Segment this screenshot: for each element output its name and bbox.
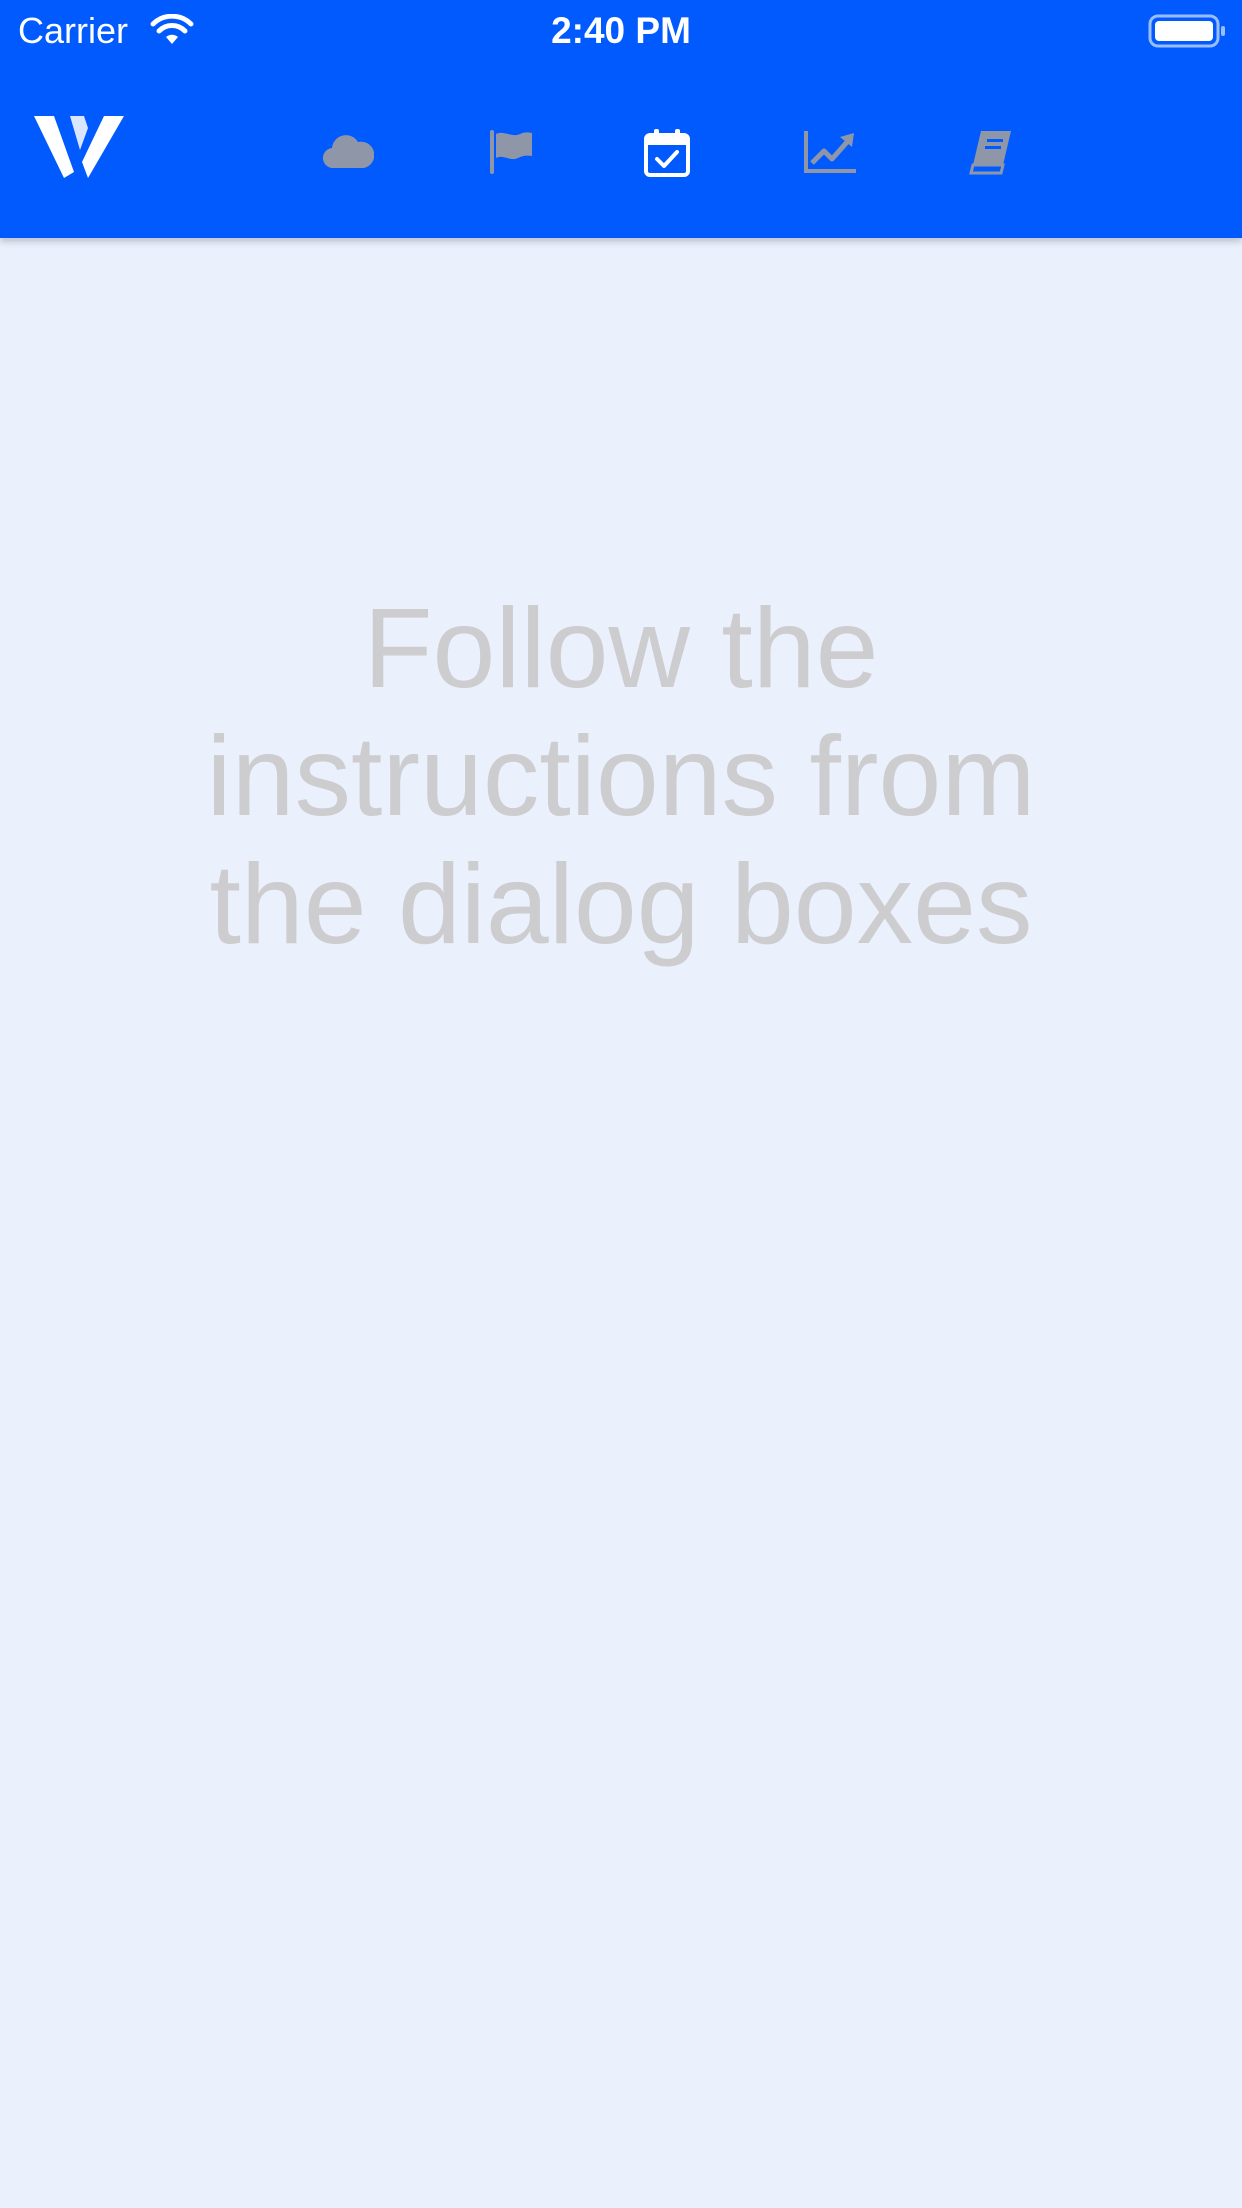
nav-book-button[interactable] bbox=[951, 112, 1031, 192]
nav-chart-button[interactable] bbox=[790, 112, 870, 192]
calendar-check-icon bbox=[644, 129, 690, 177]
cloud-icon bbox=[323, 135, 374, 169]
nav-flag-button[interactable] bbox=[471, 112, 551, 192]
status-time: 2:40 PM bbox=[551, 10, 691, 51]
main-content: Follow the instructions from the dialog … bbox=[0, 238, 1242, 2208]
status-bar: Carrier 2:40 PM bbox=[0, 0, 1242, 62]
nav-calendar-button[interactable] bbox=[627, 112, 707, 192]
instructions-placeholder: Follow the instructions from the dialog … bbox=[206, 585, 1036, 967]
app-header: Carrier 2:40 PM bbox=[0, 0, 1242, 238]
chart-line-icon bbox=[804, 131, 856, 173]
nav-cloud-button[interactable] bbox=[308, 112, 388, 192]
flag-icon bbox=[490, 130, 532, 174]
battery-full-icon bbox=[1148, 14, 1225, 48]
top-nav bbox=[0, 112, 1242, 192]
book-icon bbox=[969, 131, 1011, 175]
